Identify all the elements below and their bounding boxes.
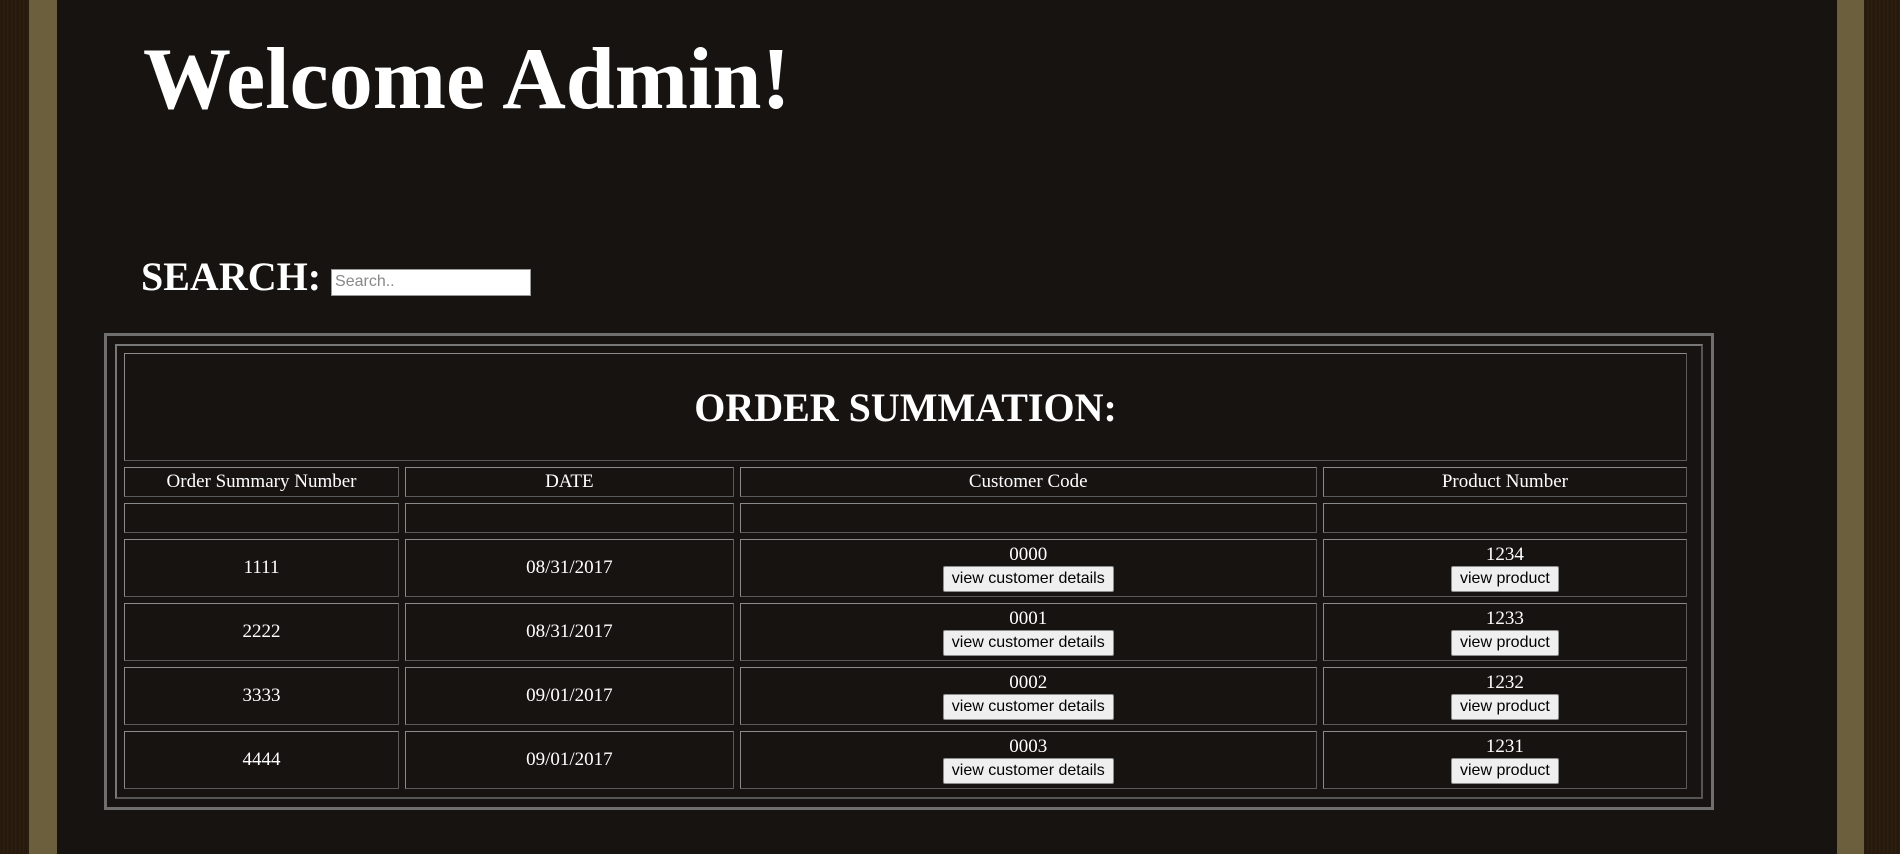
date-cell: 09/01/2017 (405, 667, 734, 725)
view-product-button[interactable]: view product (1451, 758, 1559, 784)
table-title: ORDER SUMMATION: (124, 353, 1687, 461)
product-number-cell: 1234 view product (1322, 539, 1687, 597)
product-number: 1234 (1485, 544, 1524, 565)
welcome-heading: Welcome Admin! (143, 31, 791, 128)
product-number-cell: 1233 view product (1322, 603, 1687, 661)
right-background-edge (1864, 0, 1900, 854)
customer-code-cell: 0000 view customer details (739, 539, 1317, 597)
customer-code: 0001 (1009, 608, 1048, 629)
table-row: 1111 08/31/2017 0000 view customer detai… (124, 539, 1687, 597)
product-number-cell: 1232 view product (1322, 667, 1687, 725)
order-summation-container: ORDER SUMMATION: Order Summary Number DA… (104, 333, 1714, 810)
column-header-order-summary-number: Order Summary Number (124, 467, 400, 497)
column-header-date: DATE (405, 467, 734, 497)
right-frame-rail (1837, 0, 1864, 854)
view-customer-details-button[interactable]: view customer details (942, 566, 1114, 592)
column-header-product-number: Product Number (1322, 467, 1687, 497)
column-header-customer-code: Customer Code (739, 467, 1317, 497)
view-product-button[interactable]: view product (1451, 694, 1559, 720)
customer-code: 0003 (1009, 736, 1048, 757)
view-customer-details-button[interactable]: view customer details (942, 630, 1114, 656)
empty-cell (1322, 503, 1687, 533)
product-number: 1231 (1485, 736, 1524, 757)
date-cell: 08/31/2017 (405, 539, 734, 597)
date-cell: 08/31/2017 (405, 603, 734, 661)
empty-cell (405, 503, 734, 533)
customer-code: 0002 (1009, 672, 1048, 693)
view-product-button[interactable]: view product (1451, 630, 1559, 656)
empty-cell (739, 503, 1317, 533)
view-product-button[interactable]: view product (1451, 566, 1559, 592)
search-row: SEARCH: (141, 254, 532, 299)
empty-cell (124, 503, 400, 533)
order-number-cell: 3333 (124, 667, 400, 725)
search-label: SEARCH: (141, 254, 322, 299)
product-number: 1232 (1485, 672, 1524, 693)
table-row: 3333 09/01/2017 0002 view customer detai… (124, 667, 1687, 725)
orders-table: ORDER SUMMATION: Order Summary Number DA… (118, 347, 1693, 795)
table-header-row: Order Summary Number DATE Customer Code … (124, 467, 1687, 497)
product-number: 1233 (1485, 608, 1524, 629)
order-number-cell: 4444 (124, 731, 400, 789)
table-row: 2222 08/31/2017 0001 view customer detai… (124, 603, 1687, 661)
customer-code-cell: 0001 view customer details (739, 603, 1317, 661)
customer-code-cell: 0003 view customer details (739, 731, 1317, 789)
view-customer-details-button[interactable]: view customer details (942, 694, 1114, 720)
product-number-cell: 1231 view product (1322, 731, 1687, 789)
view-customer-details-button[interactable]: view customer details (942, 758, 1114, 784)
customer-code-cell: 0002 view customer details (739, 667, 1317, 725)
date-cell: 09/01/2017 (405, 731, 734, 789)
order-number-cell: 1111 (124, 539, 400, 597)
search-input[interactable] (331, 268, 532, 296)
customer-code: 0000 (1009, 544, 1048, 565)
order-number-cell: 2222 (124, 603, 400, 661)
empty-row (124, 503, 1687, 533)
table-row: 4444 09/01/2017 0003 view customer detai… (124, 731, 1687, 789)
